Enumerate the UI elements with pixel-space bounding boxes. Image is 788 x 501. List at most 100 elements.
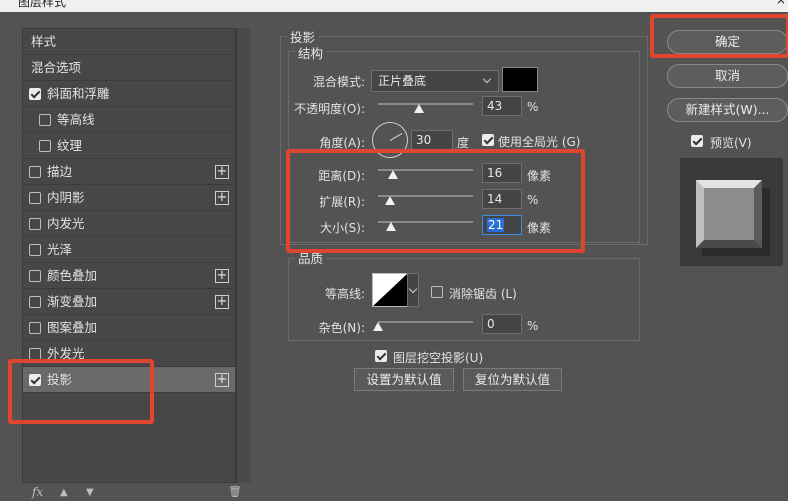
title-bar: 图层样式 × (0, 0, 788, 12)
sidebar-item-label: 渐变叠加 (47, 294, 98, 309)
noise-label: 杂色(N): (318, 321, 365, 335)
opacity-input[interactable]: 43 (482, 96, 522, 116)
sidebar-item[interactable]: 内阴影 + (23, 185, 235, 211)
preview-checkbox[interactable] (691, 135, 703, 147)
add-effect-icon[interactable]: + (215, 191, 229, 205)
add-effect-icon[interactable]: + (215, 373, 229, 387)
sidebar-item[interactable]: 样式 (23, 29, 235, 55)
opacity-unit: % (527, 100, 539, 114)
sidebar-item-checkbox[interactable] (39, 114, 51, 126)
sidebar-item-label: 外发光 (47, 346, 85, 361)
size-input[interactable]: 21 (482, 215, 522, 235)
sidebar-item[interactable]: 纹理 (23, 133, 235, 159)
noise-slider-thumb[interactable] (373, 322, 383, 331)
noise-slider-track[interactable] (378, 321, 473, 323)
sidebar-item[interactable]: 内发光 (23, 211, 235, 237)
preview-thumbnail (680, 158, 783, 266)
sidebar-item[interactable]: 渐变叠加 + (23, 289, 235, 315)
add-effect-icon[interactable]: + (215, 269, 229, 283)
window-title: 图层样式 (18, 0, 67, 9)
sidebar-item[interactable]: 斜面和浮雕 (23, 81, 235, 107)
opacity-slider-thumb[interactable] (413, 104, 424, 113)
sidebar-item-checkbox[interactable] (29, 218, 41, 230)
sidebar-item-checkbox[interactable] (29, 166, 41, 178)
sidebar-item[interactable]: 图案叠加 (23, 315, 235, 341)
sidebar-item-label: 描边 (47, 164, 73, 179)
add-effect-icon[interactable]: + (215, 165, 229, 179)
style-list-scrollbar[interactable] (236, 28, 250, 483)
structure-title: 结构 (295, 43, 327, 62)
sidebar-item-checkbox[interactable] (29, 244, 41, 256)
angle-dial-needle (389, 133, 403, 141)
noise-input[interactable]: 0 (482, 314, 522, 334)
sidebar-item-label: 投影 (47, 372, 73, 387)
sidebar-item-checkbox[interactable] (29, 374, 41, 386)
distance-label: 距离(D): (318, 169, 365, 183)
sidebar-item-label: 等高线 (57, 112, 95, 127)
move-up-icon[interactable]: ▲ (60, 487, 68, 498)
distance-slider-thumb[interactable] (388, 170, 398, 179)
make-default-button[interactable]: 设置为默认值 (354, 368, 454, 391)
shadow-color-swatch[interactable] (502, 67, 538, 92)
sidebar-item-checkbox[interactable] (39, 140, 51, 152)
knockout-checkbox[interactable] (375, 350, 387, 362)
sidebar-item[interactable]: 混合选项 (23, 55, 235, 81)
sidebar-item-label: 内发光 (47, 216, 85, 231)
sidebar-item-checkbox[interactable] (29, 348, 41, 360)
sidebar-item-label: 纹理 (57, 138, 83, 153)
reset-default-button[interactable]: 复位为默认值 (463, 368, 562, 391)
sidebar-item-label: 图案叠加 (47, 320, 98, 335)
opacity-slider-track[interactable] (378, 103, 473, 105)
sidebar-item[interactable]: 外发光 (23, 341, 235, 367)
sidebar-item-checkbox[interactable] (29, 296, 41, 308)
angle-input[interactable]: 30 (411, 130, 453, 150)
trash-icon[interactable]: 🗑 (228, 485, 242, 498)
contour-dropdown[interactable] (407, 273, 419, 307)
spread-slider-thumb[interactable] (385, 196, 395, 205)
sidebar-item-checkbox[interactable] (29, 192, 41, 204)
sidebar-item[interactable]: 颜色叠加 + (23, 263, 235, 289)
global-light-checkbox[interactable] (482, 134, 494, 146)
blend-mode-select[interactable]: 正片叠底 (371, 70, 499, 92)
sidebar-item-checkbox[interactable] (29, 322, 41, 334)
contour-curve-icon (373, 274, 407, 306)
spread-label: 扩展(R): (319, 195, 365, 209)
close-icon[interactable]: × (776, 0, 786, 7)
sidebar-item-checkbox[interactable] (29, 270, 41, 282)
distance-input[interactable]: 16 (482, 163, 522, 183)
angle-label: 角度(A): (319, 136, 365, 150)
sidebar-item-label: 斜面和浮雕 (47, 86, 110, 101)
sidebar-item[interactable]: 描边 + (23, 159, 235, 185)
contour-preview[interactable] (372, 273, 408, 307)
sidebar-item-checkbox[interactable] (29, 88, 41, 100)
sidebar-item[interactable]: 光泽 (23, 237, 235, 263)
preview-bevel-image (696, 180, 770, 256)
chevron-down-icon (482, 74, 492, 84)
size-slider-thumb[interactable] (386, 222, 396, 231)
sidebar-item-label: 样式 (31, 34, 57, 49)
style-list-footer: fx ▲ ▼ 🗑 (22, 483, 250, 501)
global-light-label: 使用全局光 (G) (498, 135, 581, 149)
antialias-label: 消除锯齿 (L) (449, 287, 517, 301)
blend-mode-label: 混合模式: (312, 75, 365, 89)
sidebar-item[interactable]: 等高线 (23, 107, 235, 133)
spread-unit: % (527, 193, 539, 207)
sidebar-item[interactable]: 投影 + (23, 367, 235, 393)
knockout-label: 图层挖空投影(U) (393, 351, 484, 365)
chevron-down-icon (408, 284, 418, 294)
move-down-icon[interactable]: ▼ (86, 487, 94, 498)
preview-label: 预览(V) (710, 136, 752, 150)
add-effect-icon[interactable]: + (215, 295, 229, 309)
ok-button[interactable]: 确定 (667, 30, 788, 54)
antialias-checkbox[interactable] (431, 286, 443, 298)
cancel-button[interactable]: 取消 (667, 64, 788, 88)
angle-dial[interactable] (372, 122, 408, 158)
fx-icon[interactable]: fx (32, 485, 43, 499)
spread-input[interactable]: 14 (482, 189, 522, 209)
new-style-button[interactable]: 新建样式(W)... (667, 98, 788, 122)
opacity-label: 不透明度(O): (294, 102, 365, 116)
distance-unit: 像素 (527, 169, 552, 183)
style-list: 样式 混合选项 斜面和浮雕 等高线 纹理 描边 + 内阴影 + 内发光 光泽 颜色叠加 + 渐变叠加 + 图案… (22, 28, 236, 483)
sidebar-item-label: 混合选项 (31, 60, 82, 75)
size-unit: 像素 (527, 221, 552, 235)
